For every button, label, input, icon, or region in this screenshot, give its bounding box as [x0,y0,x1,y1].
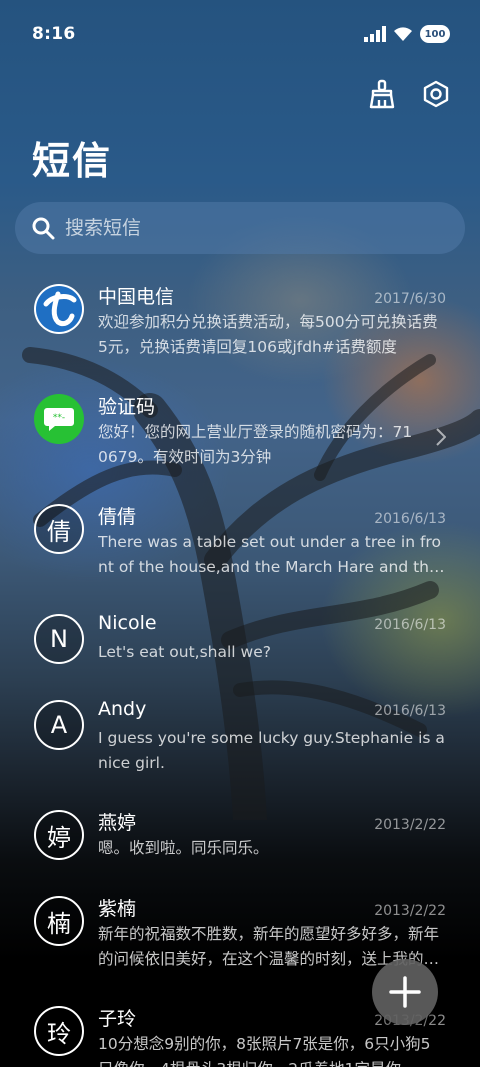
conversation-item[interactable]: A Andy 2016/6/13 I guess you're some luc… [0,686,480,796]
contact-name: 燕婷 [98,812,137,834]
message-preview: 10分想念9别的你，8张照片7张是你，6只小狗5只像你，4根骨头3根归你，2爪着… [98,1035,431,1067]
search-icon [32,217,55,240]
message-date: 2016/6/13 [374,511,446,527]
message-date: 2016/6/13 [374,703,446,719]
message-date: 2013/2/22 [374,817,446,833]
new-message-button[interactable] [372,959,438,1025]
message-preview: I guess you're some lucky guy.Stephanie … [98,729,445,772]
message-preview: 您好！您的网上营业厅登录的随机密码为：710679。有效时间为3分钟 [98,423,413,466]
conversation-item[interactable]: 中国电信 2017/6/30 欢迎参加积分兑换话费活动，每500分可兑换话费5元… [0,270,480,380]
avatar: 婷 [34,810,84,860]
avatar: 倩 [34,504,84,554]
message-preview: There was a table set out under a tree i… [98,533,441,576]
cellular-signal-icon [364,26,386,42]
plus-icon [389,976,421,1008]
wifi-icon [394,27,412,41]
message-preview: 欢迎参加积分兑换话费活动，每500分可兑换话费5元，兑换话费请回复106或jfd… [98,313,438,356]
svg-text:**-: **- [53,413,65,423]
conversation-item[interactable]: 婷 燕婷 2013/2/22 嗯。收到啦。同乐同乐。 [0,796,480,882]
contact-name: 紫楠 [98,898,137,920]
message-preview: Let's eat out,shall we? [98,643,271,661]
message-date: 2013/2/22 [374,903,446,919]
status-time: 8:16 [32,24,76,44]
status-bar: 8:16 100 [0,0,480,68]
broom-icon [369,79,395,109]
contact-name: Andy [98,698,147,720]
avatar: 玲 [34,1006,84,1056]
message-preview: 嗯。收到啦。同乐同乐。 [98,839,269,857]
contact-name: 子玲 [98,1008,137,1030]
contact-name: 验证码 [98,396,156,418]
avatar: 楠 [34,896,84,946]
conversation-item[interactable]: 倩 倩倩 2016/6/13 There was a table set out… [0,490,480,600]
conversation-item[interactable]: **- 验证码 您好！您的网上营业厅登录的随机密码为：710679。有效时间为3… [0,380,480,490]
message-date: 2016/6/13 [374,617,446,633]
message-list: 中国电信 2017/6/30 欢迎参加积分兑换话费活动，每500分可兑换话费5元… [0,270,480,1067]
clean-button[interactable] [364,72,400,116]
message-date: 2017/6/30 [374,291,446,307]
search-input[interactable] [65,217,425,239]
contact-name: 中国电信 [98,286,175,308]
contact-name: Nicole [98,612,157,634]
settings-icon [423,80,449,108]
avatar: A [34,700,84,750]
contact-name: 倩倩 [98,506,137,528]
avatar: N [34,614,84,664]
sms-code-icon: **- [34,394,84,444]
page-title: 短信 [32,139,113,183]
chevron-right-icon [436,428,446,446]
settings-button[interactable] [418,72,454,116]
search-bar[interactable] [15,202,465,254]
battery-icon: 100 [420,25,450,43]
conversation-item[interactable]: N Nicole 2016/6/13 Let's eat out,shall w… [0,600,480,686]
china-telecom-logo-icon [34,284,84,334]
